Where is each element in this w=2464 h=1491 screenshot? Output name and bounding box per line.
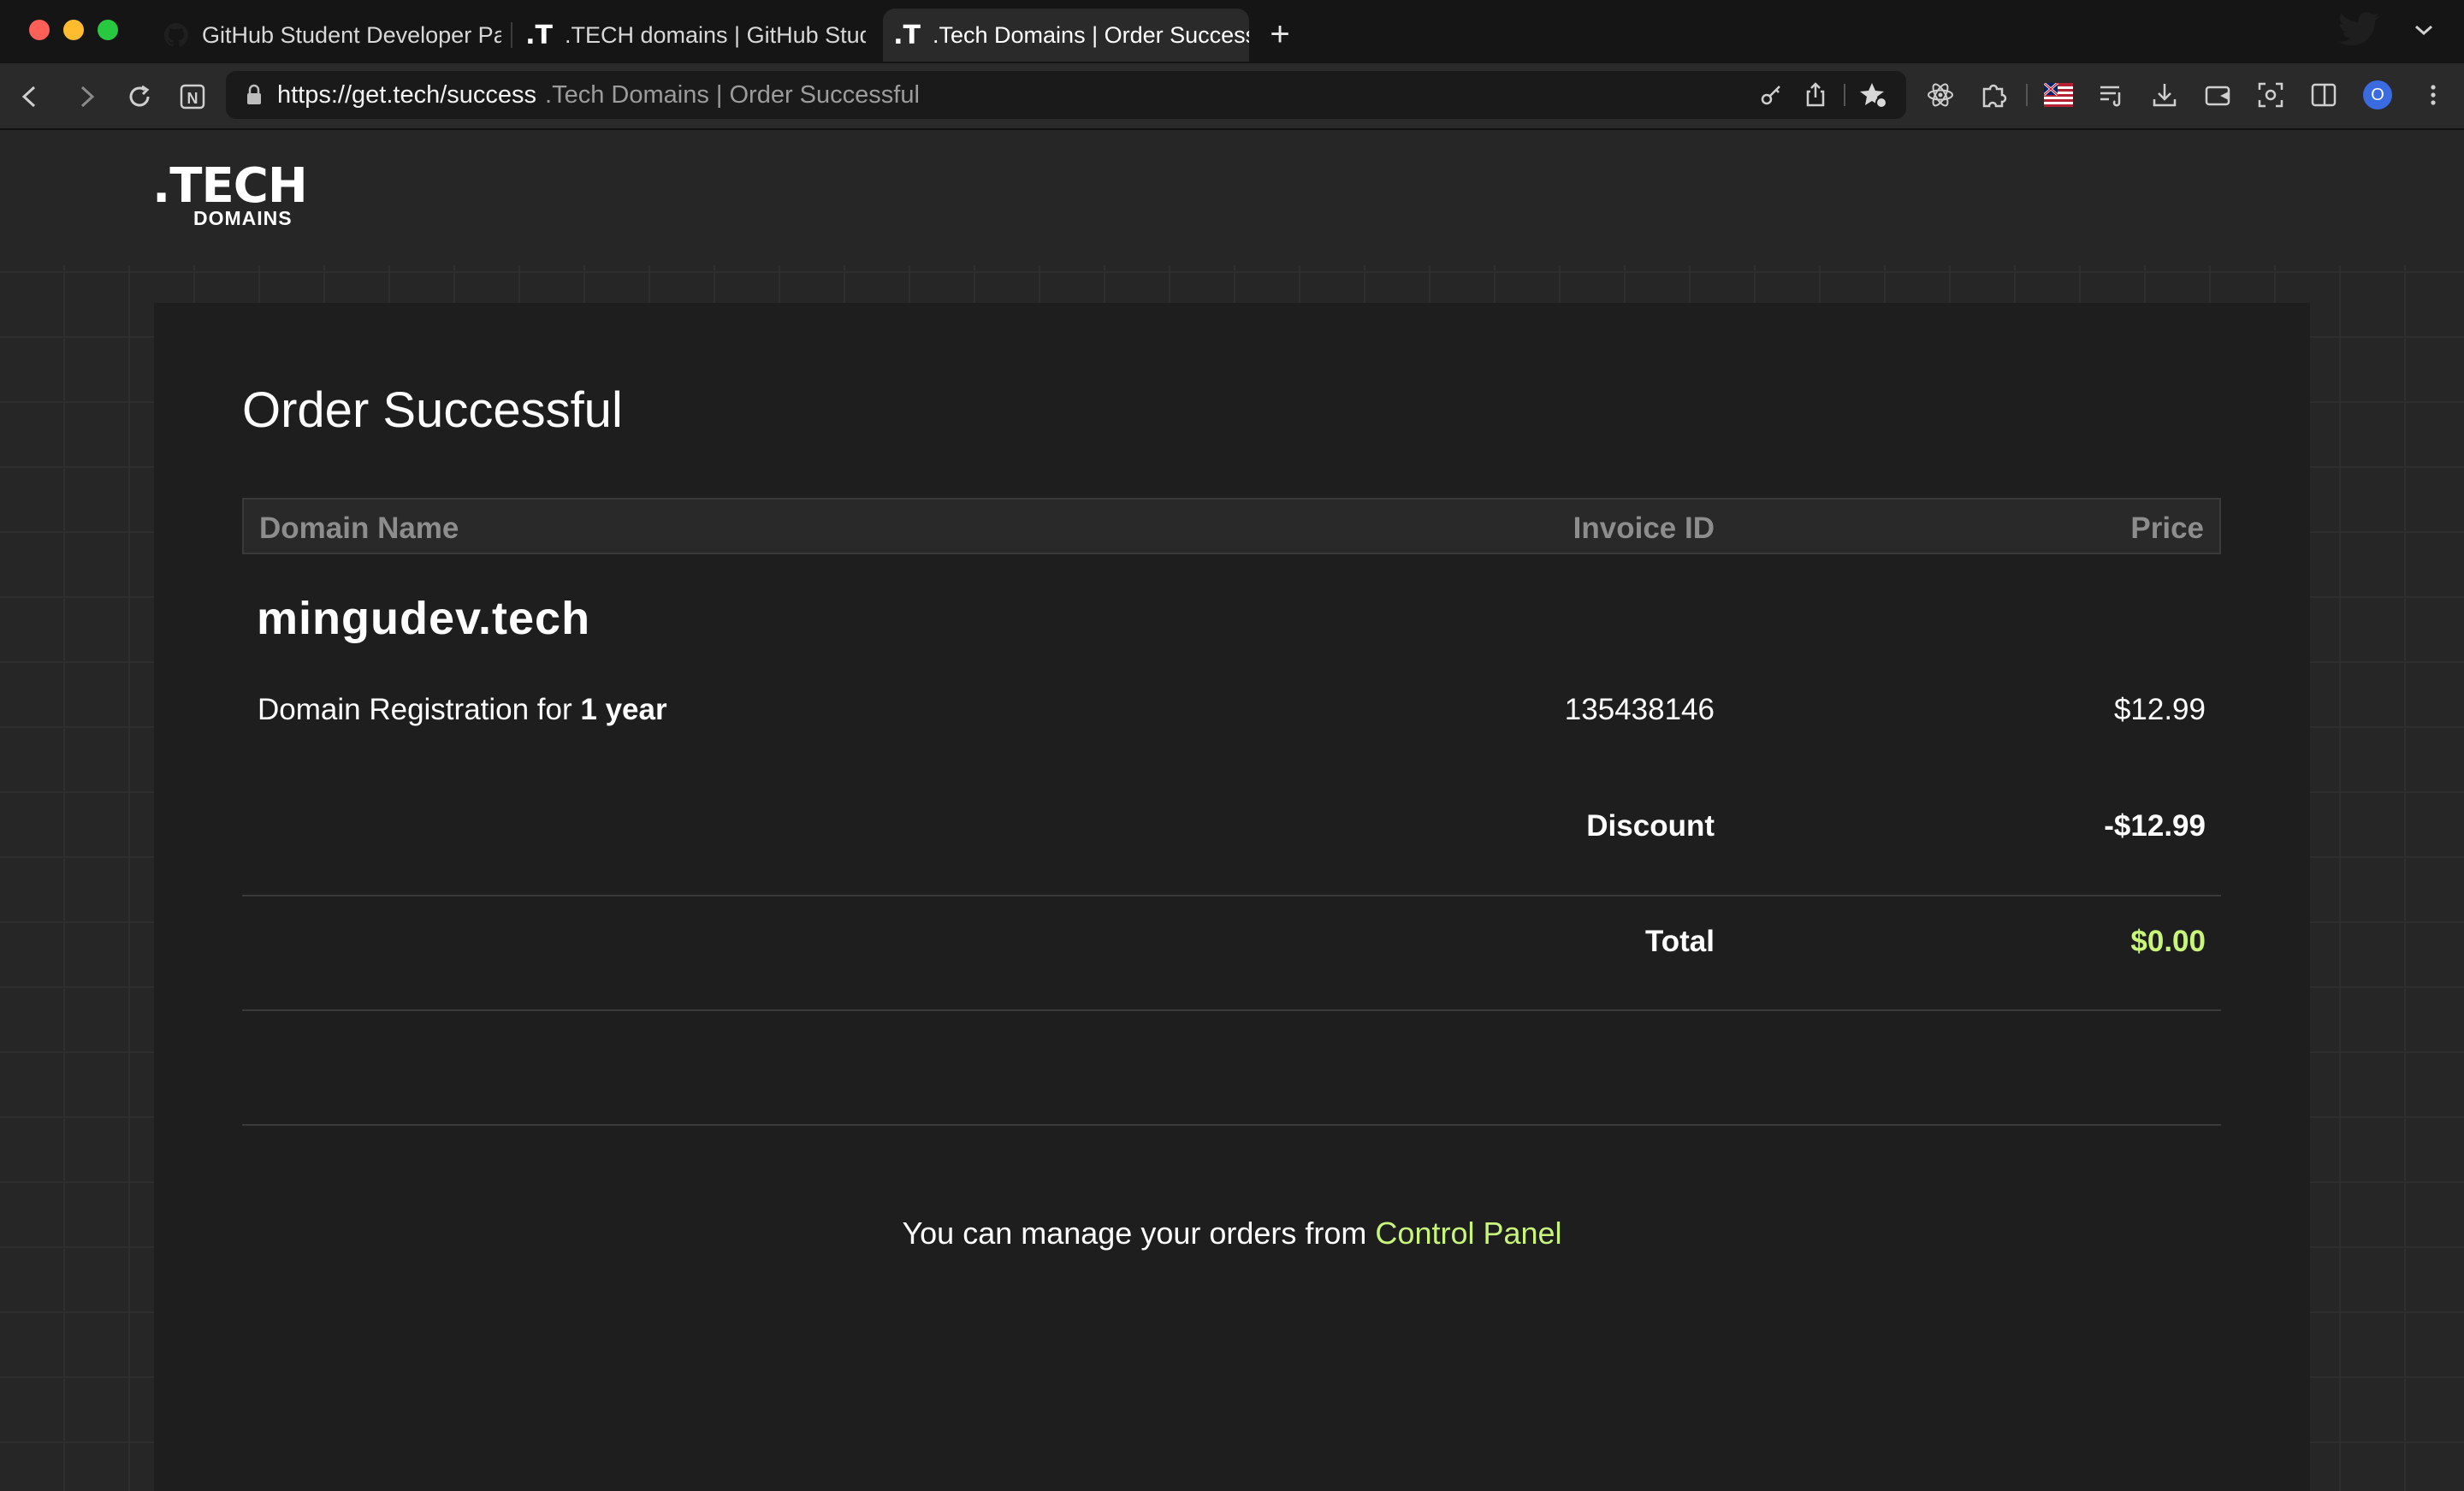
bookmark-star-icon[interactable] bbox=[1858, 80, 1889, 110]
forward-button[interactable] bbox=[70, 80, 103, 113]
divider bbox=[242, 1124, 2221, 1126]
tech-logo-icon: .T bbox=[525, 20, 553, 50]
tab-order-successful[interactable]: .T .Tech Domains | Order Successful bbox=[883, 9, 1249, 62]
description-prefix: Domain Registration for bbox=[258, 693, 581, 726]
profile-avatar[interactable]: O bbox=[2363, 80, 2392, 109]
control-panel-link[interactable]: Control Panel bbox=[1375, 1216, 1561, 1251]
tab-label: GitHub Student Developer Pack bbox=[202, 21, 501, 48]
page-header: .TECH DOMAINS bbox=[0, 130, 2464, 265]
github-icon bbox=[163, 21, 190, 49]
tab-separator bbox=[511, 22, 512, 48]
total-label: Total bbox=[1644, 925, 1715, 958]
page-content: .TECH DOMAINS Order Successful Domain Na… bbox=[0, 130, 2464, 1491]
tab-github-pack[interactable]: GitHub Student Developer Pack bbox=[157, 9, 501, 62]
tab-tech-domains[interactable]: .T .TECH domains | GitHub Student Develo… bbox=[525, 9, 866, 62]
total-value: $0.00 bbox=[2130, 925, 2206, 958]
tech-logo-icon: .T bbox=[893, 20, 921, 50]
discount-value: -$12.99 bbox=[2104, 809, 2206, 843]
order-table-header: Domain Name Invoice ID Price bbox=[242, 498, 2221, 554]
tech-domains-logo[interactable]: .TECH DOMAINS bbox=[152, 158, 308, 230]
download-icon[interactable] bbox=[2149, 80, 2180, 110]
tab-search-chevron-icon[interactable] bbox=[2411, 17, 2437, 43]
url-text[interactable]: https://get.tech/success .Tech Domains | … bbox=[277, 80, 920, 110]
logo-sub-text: DOMAINS bbox=[193, 207, 293, 229]
order-card: Order Successful Domain Name Invoice ID … bbox=[154, 303, 2310, 1491]
reading-list-icon[interactable] bbox=[2096, 80, 2127, 110]
reload-button[interactable] bbox=[123, 80, 156, 113]
logo-main-text: .TECH bbox=[152, 158, 308, 214]
share-icon[interactable] bbox=[1800, 80, 1831, 110]
maximize-window-button[interactable] bbox=[98, 20, 118, 40]
screenshot-icon[interactable] bbox=[2255, 80, 2286, 110]
toolbar-separator bbox=[2026, 84, 2028, 106]
divider bbox=[242, 1009, 2221, 1011]
picture-in-picture-icon[interactable] bbox=[2202, 80, 2233, 110]
new-tab-button[interactable]: + bbox=[1263, 17, 1297, 51]
discount-label: Discount bbox=[1586, 809, 1715, 843]
column-header-invoice: Invoice ID bbox=[1573, 512, 1715, 545]
minimize-window-button[interactable] bbox=[63, 20, 84, 40]
close-window-button[interactable] bbox=[29, 20, 50, 40]
more-menu-icon[interactable] bbox=[2418, 80, 2449, 110]
react-devtools-icon[interactable] bbox=[1925, 80, 1956, 110]
page-title: Order Successful bbox=[242, 382, 623, 438]
toolbar-separator bbox=[1844, 84, 1845, 106]
back-button[interactable] bbox=[14, 80, 46, 113]
url-address: https://get.tech/success bbox=[277, 81, 537, 109]
divider bbox=[242, 895, 2221, 896]
line-item-description: Domain Registration for 1 year bbox=[258, 693, 667, 727]
notion-extension-icon[interactable]: N bbox=[176, 80, 209, 113]
manage-orders-message: You can manage your orders from Control … bbox=[154, 1216, 2310, 1251]
description-term: 1 year bbox=[580, 693, 667, 726]
tab-label: .TECH domains | GitHub Student Developer… bbox=[565, 21, 866, 48]
tab-bar: GitHub Student Developer Pack .T .TECH d… bbox=[0, 0, 2464, 63]
invoice-id: 135438146 bbox=[1564, 693, 1715, 726]
tab-label: .Tech Domains | Order Successful bbox=[933, 21, 1249, 48]
lock-icon bbox=[245, 84, 264, 106]
domain-name: mingudev.tech bbox=[257, 593, 591, 644]
line-item-price: $12.99 bbox=[2113, 693, 2206, 726]
manage-orders-text: You can manage your orders from bbox=[902, 1216, 1376, 1251]
url-page-title: .Tech Domains | Order Successful bbox=[545, 81, 920, 109]
column-header-domain: Domain Name bbox=[259, 512, 459, 545]
extensions-puzzle-icon[interactable] bbox=[1978, 80, 2009, 110]
column-header-price: Price bbox=[2130, 512, 2204, 545]
svg-text:N: N bbox=[187, 90, 198, 107]
language-flag-icon[interactable] bbox=[2043, 80, 2074, 110]
key-icon[interactable] bbox=[1756, 80, 1786, 110]
twitter-icon bbox=[2337, 12, 2380, 46]
sidebar-toggle-icon[interactable] bbox=[2308, 80, 2339, 110]
